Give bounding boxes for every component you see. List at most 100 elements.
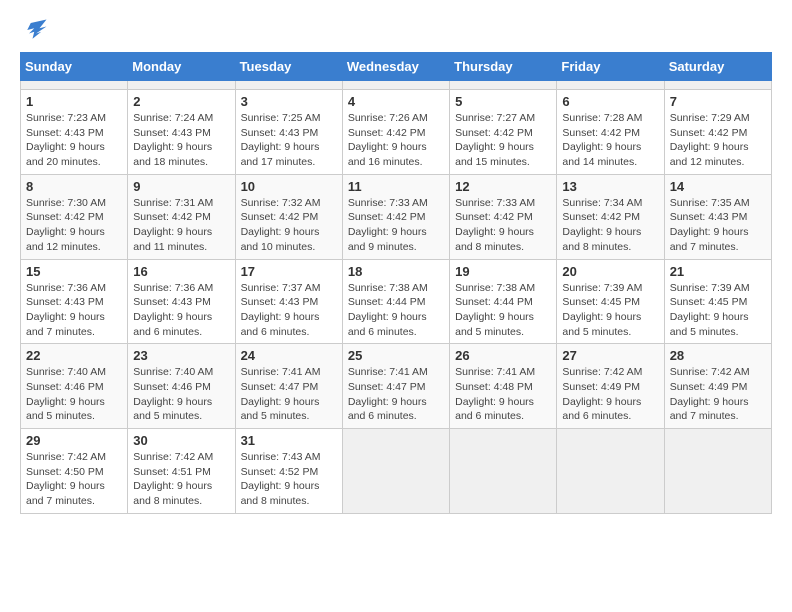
calendar-cell: 30 Sunrise: 7:42 AMSunset: 4:51 PMDayligh…	[128, 429, 235, 514]
day-info: Sunrise: 7:36 AMSunset: 4:43 PMDaylight:…	[133, 281, 229, 340]
day-info: Sunrise: 7:41 AMSunset: 4:47 PMDaylight:…	[348, 365, 444, 424]
calendar-cell: 27 Sunrise: 7:42 AMSunset: 4:49 PMDayligh…	[557, 344, 664, 429]
day-number: 25	[348, 348, 444, 363]
day-number: 30	[133, 433, 229, 448]
day-number: 5	[455, 94, 551, 109]
calendar-cell: 26 Sunrise: 7:41 AMSunset: 4:48 PMDayligh…	[450, 344, 557, 429]
calendar-cell: 10Sunrise: 7:32 AMSunset: 4:42 PMDayligh…	[235, 174, 342, 259]
day-number: 23	[133, 348, 229, 363]
calendar-body: 1Sunrise: 7:23 AMSunset: 4:43 PMDaylight…	[21, 81, 772, 514]
calendar-cell: 17 Sunrise: 7:37 AMSunset: 4:43 PMDayligh…	[235, 259, 342, 344]
calendar-table: SundayMondayTuesdayWednesdayThursdayFrid…	[20, 52, 772, 514]
day-number: 28	[670, 348, 766, 363]
day-info: Sunrise: 7:42 AMSunset: 4:50 PMDaylight:…	[26, 450, 122, 509]
calendar-cell: 16Sunrise: 7:36 AMSunset: 4:43 PMDayligh…	[128, 259, 235, 344]
header-cell-saturday: Saturday	[664, 53, 771, 81]
calendar-cell	[21, 81, 128, 90]
header-cell-friday: Friday	[557, 53, 664, 81]
day-number: 11	[348, 179, 444, 194]
calendar-cell: 21 Sunrise: 7:39 AMSunset: 4:45 PMDayligh…	[664, 259, 771, 344]
day-number: 4	[348, 94, 444, 109]
calendar-cell: 23Sunrise: 7:40 AMSunset: 4:46 PMDayligh…	[128, 344, 235, 429]
header-cell-sunday: Sunday	[21, 53, 128, 81]
day-number: 26	[455, 348, 551, 363]
calendar-cell	[235, 81, 342, 90]
calendar-cell: 13Sunrise: 7:34 AMSunset: 4:42 PMDayligh…	[557, 174, 664, 259]
day-info: Sunrise: 7:42 AMSunset: 4:49 PMDaylight:…	[562, 365, 658, 424]
day-info: Sunrise: 7:33 AMSunset: 4:42 PMDaylight:…	[348, 196, 444, 255]
header-cell-wednesday: Wednesday	[342, 53, 449, 81]
calendar-week-row: 29 Sunrise: 7:42 AMSunset: 4:50 PMDayligh…	[21, 429, 772, 514]
header-cell-tuesday: Tuesday	[235, 53, 342, 81]
day-info: Sunrise: 7:39 AMSunset: 4:45 PMDaylight:…	[670, 281, 766, 340]
day-number: 27	[562, 348, 658, 363]
day-number: 31	[241, 433, 337, 448]
day-number: 22	[26, 348, 122, 363]
day-info: Sunrise: 7:37 AMSunset: 4:43 PMDaylight:…	[241, 281, 337, 340]
day-info: Sunrise: 7:30 AMSunset: 4:42 PMDaylight:…	[26, 196, 122, 255]
calendar-cell	[664, 429, 771, 514]
header-cell-monday: Monday	[128, 53, 235, 81]
calendar-cell: 31 Sunrise: 7:43 AMSunset: 4:52 PMDayligh…	[235, 429, 342, 514]
day-info: Sunrise: 7:33 AMSunset: 4:42 PMDaylight:…	[455, 196, 551, 255]
calendar-week-row: 22Sunrise: 7:40 AMSunset: 4:46 PMDayligh…	[21, 344, 772, 429]
day-number: 20	[562, 264, 658, 279]
calendar-cell: 15Sunrise: 7:36 AMSunset: 4:43 PMDayligh…	[21, 259, 128, 344]
day-info: Sunrise: 7:35 AMSunset: 4:43 PMDaylight:…	[670, 196, 766, 255]
day-number: 21	[670, 264, 766, 279]
day-info: Sunrise: 7:29 AMSunset: 4:42 PMDaylight:…	[670, 111, 766, 170]
calendar-cell: 18Sunrise: 7:38 AMSunset: 4:44 PMDayligh…	[342, 259, 449, 344]
calendar-week-row: 8 Sunrise: 7:30 AMSunset: 4:42 PMDaylight…	[21, 174, 772, 259]
calendar-cell: 11 Sunrise: 7:33 AMSunset: 4:42 PMDayligh…	[342, 174, 449, 259]
day-number: 8	[26, 179, 122, 194]
calendar-cell: 29 Sunrise: 7:42 AMSunset: 4:50 PMDayligh…	[21, 429, 128, 514]
logo-bird-icon	[22, 16, 50, 44]
calendar-cell: 3 Sunrise: 7:25 AMSunset: 4:43 PMDaylight…	[235, 90, 342, 175]
calendar-cell: 7Sunrise: 7:29 AMSunset: 4:42 PMDaylight…	[664, 90, 771, 175]
day-info: Sunrise: 7:25 AMSunset: 4:43 PMDaylight:…	[241, 111, 337, 170]
day-info: Sunrise: 7:41 AMSunset: 4:48 PMDaylight:…	[455, 365, 551, 424]
day-number: 3	[241, 94, 337, 109]
calendar-cell: 28Sunrise: 7:42 AMSunset: 4:49 PMDayligh…	[664, 344, 771, 429]
calendar-cell: 9Sunrise: 7:31 AMSunset: 4:42 PMDaylight…	[128, 174, 235, 259]
logo	[20, 16, 50, 44]
calendar-cell: 4 Sunrise: 7:26 AMSunset: 4:42 PMDaylight…	[342, 90, 449, 175]
day-info: Sunrise: 7:24 AMSunset: 4:43 PMDaylight:…	[133, 111, 229, 170]
day-number: 17	[241, 264, 337, 279]
calendar-week-row: 15 Sunrise: 7:36 AMSunset: 4:43 PMDayligh…	[21, 259, 772, 344]
day-info: Sunrise: 7:41 AMSunset: 4:47 PMDaylight:…	[241, 365, 337, 424]
calendar-cell	[664, 81, 771, 90]
calendar-cell: 22Sunrise: 7:40 AMSunset: 4:46 PMDayligh…	[21, 344, 128, 429]
day-number: 2	[133, 94, 229, 109]
calendar-cell: 2 Sunrise: 7:24 AMSunset: 4:43 PMDaylight…	[128, 90, 235, 175]
day-number: 29	[26, 433, 122, 448]
calendar-cell	[450, 81, 557, 90]
calendar-cell	[128, 81, 235, 90]
day-number: 15	[26, 264, 122, 279]
day-number: 6	[562, 94, 658, 109]
calendar-week-row: 1Sunrise: 7:23 AMSunset: 4:43 PMDaylight…	[21, 90, 772, 175]
calendar-cell	[557, 81, 664, 90]
day-number: 24	[241, 348, 337, 363]
header-cell-thursday: Thursday	[450, 53, 557, 81]
day-info: Sunrise: 7:38 AMSunset: 4:44 PMDaylight:…	[455, 281, 551, 340]
calendar-cell: 5Sunrise: 7:27 AMSunset: 4:42 PMDaylight…	[450, 90, 557, 175]
day-info: Sunrise: 7:43 AMSunset: 4:52 PMDaylight:…	[241, 450, 337, 509]
calendar-cell: 6 Sunrise: 7:28 AMSunset: 4:42 PMDaylight…	[557, 90, 664, 175]
day-number: 10	[241, 179, 337, 194]
calendar-cell: 20 Sunrise: 7:39 AMSunset: 4:45 PMDayligh…	[557, 259, 664, 344]
day-info: Sunrise: 7:31 AMSunset: 4:42 PMDaylight:…	[133, 196, 229, 255]
calendar-cell	[342, 429, 449, 514]
calendar-cell: 14 Sunrise: 7:35 AMSunset: 4:43 PMDayligh…	[664, 174, 771, 259]
day-info: Sunrise: 7:26 AMSunset: 4:42 PMDaylight:…	[348, 111, 444, 170]
calendar-cell: 24 Sunrise: 7:41 AMSunset: 4:47 PMDayligh…	[235, 344, 342, 429]
calendar-cell: 8 Sunrise: 7:30 AMSunset: 4:42 PMDaylight…	[21, 174, 128, 259]
day-info: Sunrise: 7:42 AMSunset: 4:51 PMDaylight:…	[133, 450, 229, 509]
calendar-cell: 25 Sunrise: 7:41 AMSunset: 4:47 PMDayligh…	[342, 344, 449, 429]
day-number: 14	[670, 179, 766, 194]
day-number: 18	[348, 264, 444, 279]
day-info: Sunrise: 7:39 AMSunset: 4:45 PMDaylight:…	[562, 281, 658, 340]
header	[20, 16, 772, 44]
day-number: 13	[562, 179, 658, 194]
day-info: Sunrise: 7:28 AMSunset: 4:42 PMDaylight:…	[562, 111, 658, 170]
